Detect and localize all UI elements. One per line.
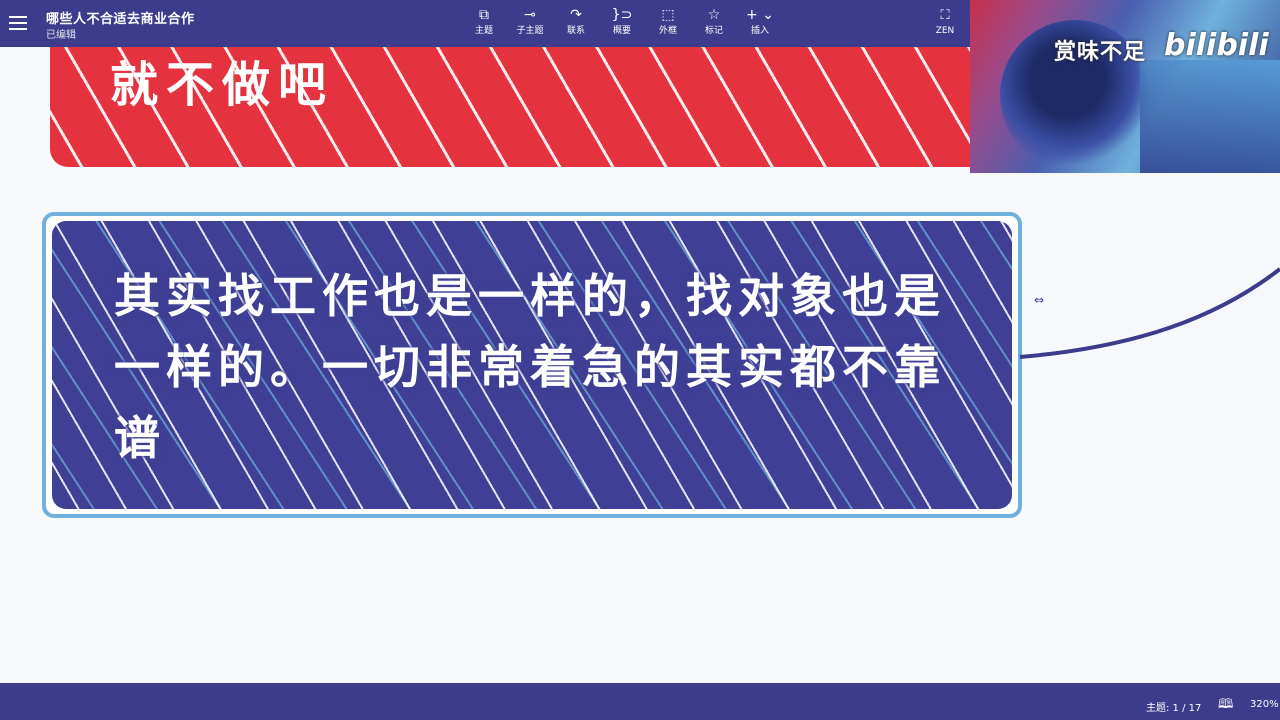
- tool-group: ⧉ 主题 ⊸ 子主题 ↷ 联系 }⊃ 概要 ⬚ 外框 ☆ 标记 + ⌄ 插入: [463, 6, 785, 42]
- tool-insert-icon: + ⌄: [746, 7, 774, 23]
- tool-marker-button[interactable]: ☆ 标记: [693, 6, 735, 42]
- connector-line: [1019, 267, 1280, 359]
- topic-text: 其实找工作也是一样的，找对象也是一样的。一切非常着急的其实都不靠谱: [114, 269, 946, 465]
- topic-text: 就不做吧: [110, 57, 335, 113]
- tool-subtopic-button[interactable]: ⊸ 子主题: [509, 6, 551, 42]
- book-icon[interactable]: 🕮: [1218, 695, 1233, 717]
- tool-marker-label: 标记: [704, 26, 723, 36]
- tool-summary-label: 概要: [612, 26, 631, 36]
- tool-subtopic-label: 子主题: [516, 26, 544, 36]
- zen-mode-button[interactable]: ⛶ ZEN: [930, 6, 960, 37]
- fullscreen-icon: ⛶: [940, 8, 950, 23]
- tool-topic-button[interactable]: ⧉ 主题: [463, 6, 505, 42]
- status-bar: 主题: 1 / 17 🕮 320%: [0, 683, 1280, 720]
- topic-card-body: 其实找工作也是一样的，找对象也是一样的。一切非常着急的其实都不靠谱: [52, 221, 1012, 509]
- save-status: 已编辑: [46, 30, 76, 41]
- video-overlay: 赏味不足 bilibili: [970, 0, 1280, 173]
- tool-marker-icon: ☆: [707, 7, 721, 23]
- topic-count: 主题: 1 / 17: [1146, 703, 1202, 714]
- tool-insert-button[interactable]: + ⌄ 插入: [739, 6, 781, 42]
- resize-icon[interactable]: ⇔: [1034, 293, 1044, 307]
- tool-boundary-label: 外框: [658, 26, 677, 36]
- zoom-level[interactable]: 320%: [1250, 699, 1279, 710]
- tool-topic-icon: ⧉: [479, 7, 489, 23]
- tool-boundary-button[interactable]: ⬚ 外框: [647, 6, 689, 42]
- tool-summary-icon: }⊃: [611, 7, 633, 23]
- video-background: [1140, 60, 1280, 173]
- video-caption: 赏味不足: [1054, 40, 1147, 65]
- tool-insert-label: 插入: [750, 26, 769, 36]
- tool-relation-label: 联系: [566, 26, 585, 36]
- topic-card-selected[interactable]: 其实找工作也是一样的，找对象也是一样的。一切非常着急的其实都不靠谱: [42, 212, 1022, 518]
- tool-boundary-icon: ⬚: [661, 7, 675, 23]
- tool-relation-button[interactable]: ↷ 联系: [555, 6, 597, 42]
- menu-icon[interactable]: [9, 12, 27, 34]
- tool-topic-label: 主题: [474, 26, 493, 36]
- topic-card-red[interactable]: 就不做吧: [50, 47, 990, 167]
- zen-mode-label: ZEN: [935, 26, 955, 36]
- tool-relation-icon: ↷: [570, 7, 582, 23]
- document-title[interactable]: 哪些人不合适去商业合作: [46, 8, 195, 27]
- bilibili-logo: bilibili: [1164, 28, 1269, 63]
- tool-subtopic-icon: ⊸: [524, 7, 536, 23]
- tool-summary-button[interactable]: }⊃ 概要: [601, 6, 643, 42]
